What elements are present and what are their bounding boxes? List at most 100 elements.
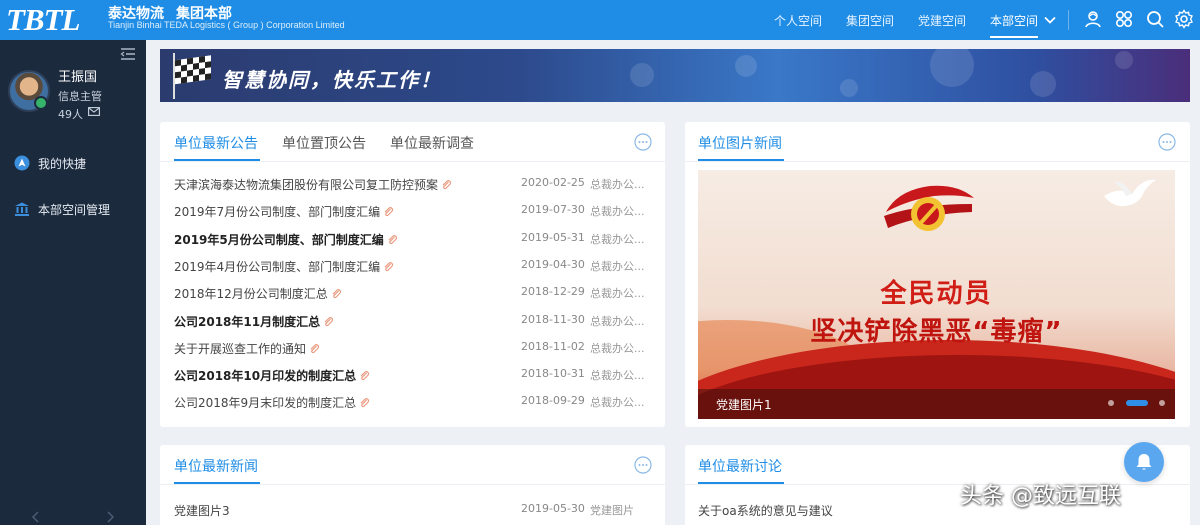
notification-button[interactable] [1124,442,1164,482]
more-options-icon[interactable] [1158,133,1176,151]
sidebar-item-label: 本部空间管理 [38,203,111,217]
announcement-row[interactable]: 公司2018年9月末印发的制度汇总 2018-09-29 总裁办公... [174,394,649,414]
news-date: 2019-05-30 [521,502,585,515]
sidebar-scroll-arrows-icon[interactable] [30,510,116,524]
announcement-row[interactable]: 公司2018年11月制度汇总 2018-11-30 总裁办公... [174,313,649,333]
settings-gear-icon[interactable] [1174,9,1194,29]
list-item[interactable]: 党建图片3 2019-05-30 党建图片 [174,502,649,522]
sidebar-item-space-management[interactable]: 本部空间管理 [0,196,146,222]
picture-headline-line1: 全民动员 [880,279,993,309]
card-divider [685,161,1190,162]
tab-pinned-announcements[interactable]: 单位置顶公告 [282,133,366,153]
sidebar-item-my-shortcuts[interactable]: 我的快捷 [0,150,146,176]
announcement-date: 2018-09-29 [521,394,585,408]
announcement-department: 总裁办公... [590,178,645,191]
announcement-department: 总裁办公... [590,259,645,273]
announcement-row[interactable]: 2019年4月份公司制度、部门制度汇编 2019-04-30 总裁办公... [174,258,649,278]
tab-picture-news[interactable]: 单位图片新闻 [698,133,782,153]
tab-latest-discussions[interactable]: 单位最新讨论 [698,456,782,476]
carousel-dot[interactable] [1159,400,1165,406]
banner-slogan: 智慧协同，快乐工作！ [222,68,442,92]
tab-latest-announcements[interactable]: 单位最新公告 [174,133,258,153]
nav-personal-space[interactable]: 个人空间 [762,0,834,40]
mail-icon[interactable] [88,107,100,116]
announcement-row[interactable]: 2019年5月份公司制度、部门制度汇编 2019-05-31 总裁办公... [174,231,649,251]
announcement-row[interactable]: 2018年12月份公司制度汇总 2018-12-29 总裁办公... [174,285,649,305]
announcement-title-text: 2019年4月份公司制度、部门制度汇编 [174,259,381,274]
announcements-card: 单位最新公告 单位置顶公告 单位最新调查 天津滨海泰达物流集团股份有限公司复工防… [160,122,665,427]
announcement-date: 2019-05-31 [521,230,585,244]
announcement-title-text: 2019年5月份公司制度、部门制度汇编 [174,232,384,247]
picture-caption[interactable]: 党建图片1 [716,396,772,413]
navigation-icon [14,155,30,171]
announcement-title: 公司2018年9月末印发的制度汇总 [174,394,370,411]
attachment-icon [384,207,394,217]
nav-party-space[interactable]: 党建空间 [906,0,978,40]
latest-news-card: 单位最新新闻 党建图片3 2019-05-30 党建图片 [160,445,665,525]
tab-latest-surveys[interactable]: 单位最新调查 [390,133,474,153]
announcement-title: 天津滨海泰达物流集团股份有限公司复工防控预案 [174,176,452,193]
announcement-department: 总裁办公... [590,314,645,328]
announcement-department: 总裁办公... [590,287,645,301]
announcement-department: 总裁办公... [590,341,645,355]
collapse-sidebar-icon[interactable] [120,47,136,61]
attachment-icon [310,343,320,353]
announcement-row[interactable]: 天津滨海泰达物流集团股份有限公司复工防控预案 2020-02-25 总裁办公... [174,176,649,196]
watermark: 头条 @致远互联 [960,484,1121,509]
checkered-flag-icon [173,53,211,99]
announcement-title-text: 公司2018年10月印发的制度汇总 [174,369,357,384]
user-name: 王振国 [58,70,98,85]
announcement-title: 2018年12月份公司制度汇总 [174,285,341,302]
announcement-date: 2018-12-29 [521,285,585,299]
chevron-down-icon[interactable] [1042,12,1058,28]
picture-headline-line2: 坚决铲除黑恶“毒瘤” [810,317,1063,347]
announcement-title-text: 天津滨海泰达物流集团股份有限公司复工防控预案 [174,178,439,192]
attachment-icon [332,289,341,299]
announcement-row[interactable]: 关于开展巡查工作的通知 2018-11-02 总裁办公... [174,340,649,360]
online-status-icon [34,96,48,110]
more-options-icon[interactable] [634,133,652,151]
search-icon[interactable] [1145,9,1165,29]
banner-bubble [630,63,654,87]
company-logo[interactable]: TBTL [6,3,100,37]
announcement-title-text: 公司2018年11月制度汇总 [174,314,321,329]
discussion-title: 关于oa系统的意见与建议 [698,504,833,518]
nav-divider [1068,10,1069,30]
nav-group-space[interactable]: 集团空间 [834,0,906,40]
top-nav: 个人空间 集团空间 党建空间 本部空间 [762,0,1050,40]
carousel-dot[interactable] [1126,400,1148,406]
announcement-date: 2018-11-30 [521,312,585,326]
more-options-icon[interactable] [634,456,652,474]
announcement-title: 公司2018年11月制度汇总 [174,313,334,330]
nav-headquarters-space[interactable]: 本部空间 [978,0,1050,40]
announcement-title: 2019年7月份公司制度、部门制度汇编 [174,203,394,220]
user-count: 49人 [58,108,83,121]
announcement-date: 2018-11-02 [521,339,585,353]
user-center-icon[interactable] [1083,9,1103,29]
announcement-date: 2019-07-30 [521,203,585,217]
top-bar: TBTL 泰达物流 集团本部 Tianjin Binhai TEDA Logist… [0,0,1200,40]
announcement-title: 公司2018年10月印发的制度汇总 [174,367,370,384]
carousel-dot[interactable] [1108,400,1114,406]
announcement-row[interactable]: 2019年7月份公司制度、部门制度汇编 2019-07-30 总裁办公... [174,203,649,223]
announcement-title: 2019年5月份公司制度、部门制度汇编 [174,231,397,248]
attachment-icon [324,316,334,326]
attachment-icon [384,261,394,272]
picture-news-carousel[interactable]: 全民动员 坚决铲除黑恶“毒瘤” 党建图片1 [698,170,1175,419]
card-divider [160,484,665,485]
user-role: 信息主管 [58,90,102,103]
announcement-row[interactable]: 公司2018年10月印发的制度汇总 2018-10-31 总裁办公... [174,367,649,387]
announcement-date: 2020-02-25 [521,176,585,189]
announcement-department: 总裁办公... [590,232,645,246]
banner-bubble [840,79,858,97]
announcement-title: 关于开展巡查工作的通知 [174,340,320,357]
announcement-title-text: 2019年7月份公司制度、部门制度汇编 [174,205,381,220]
tab-latest-news[interactable]: 单位最新新闻 [174,456,258,476]
announcement-department: 总裁办公... [590,396,645,410]
attachment-icon [360,398,370,408]
apps-grid-icon[interactable] [1114,9,1134,29]
announcement-title-text: 公司2018年9月末印发的制度汇总 [174,396,357,411]
news-title: 党建图片3 [174,504,230,518]
announcement-title-text: 关于开展巡查工作的通知 [174,341,307,356]
announcement-department: 总裁办公... [590,205,645,219]
